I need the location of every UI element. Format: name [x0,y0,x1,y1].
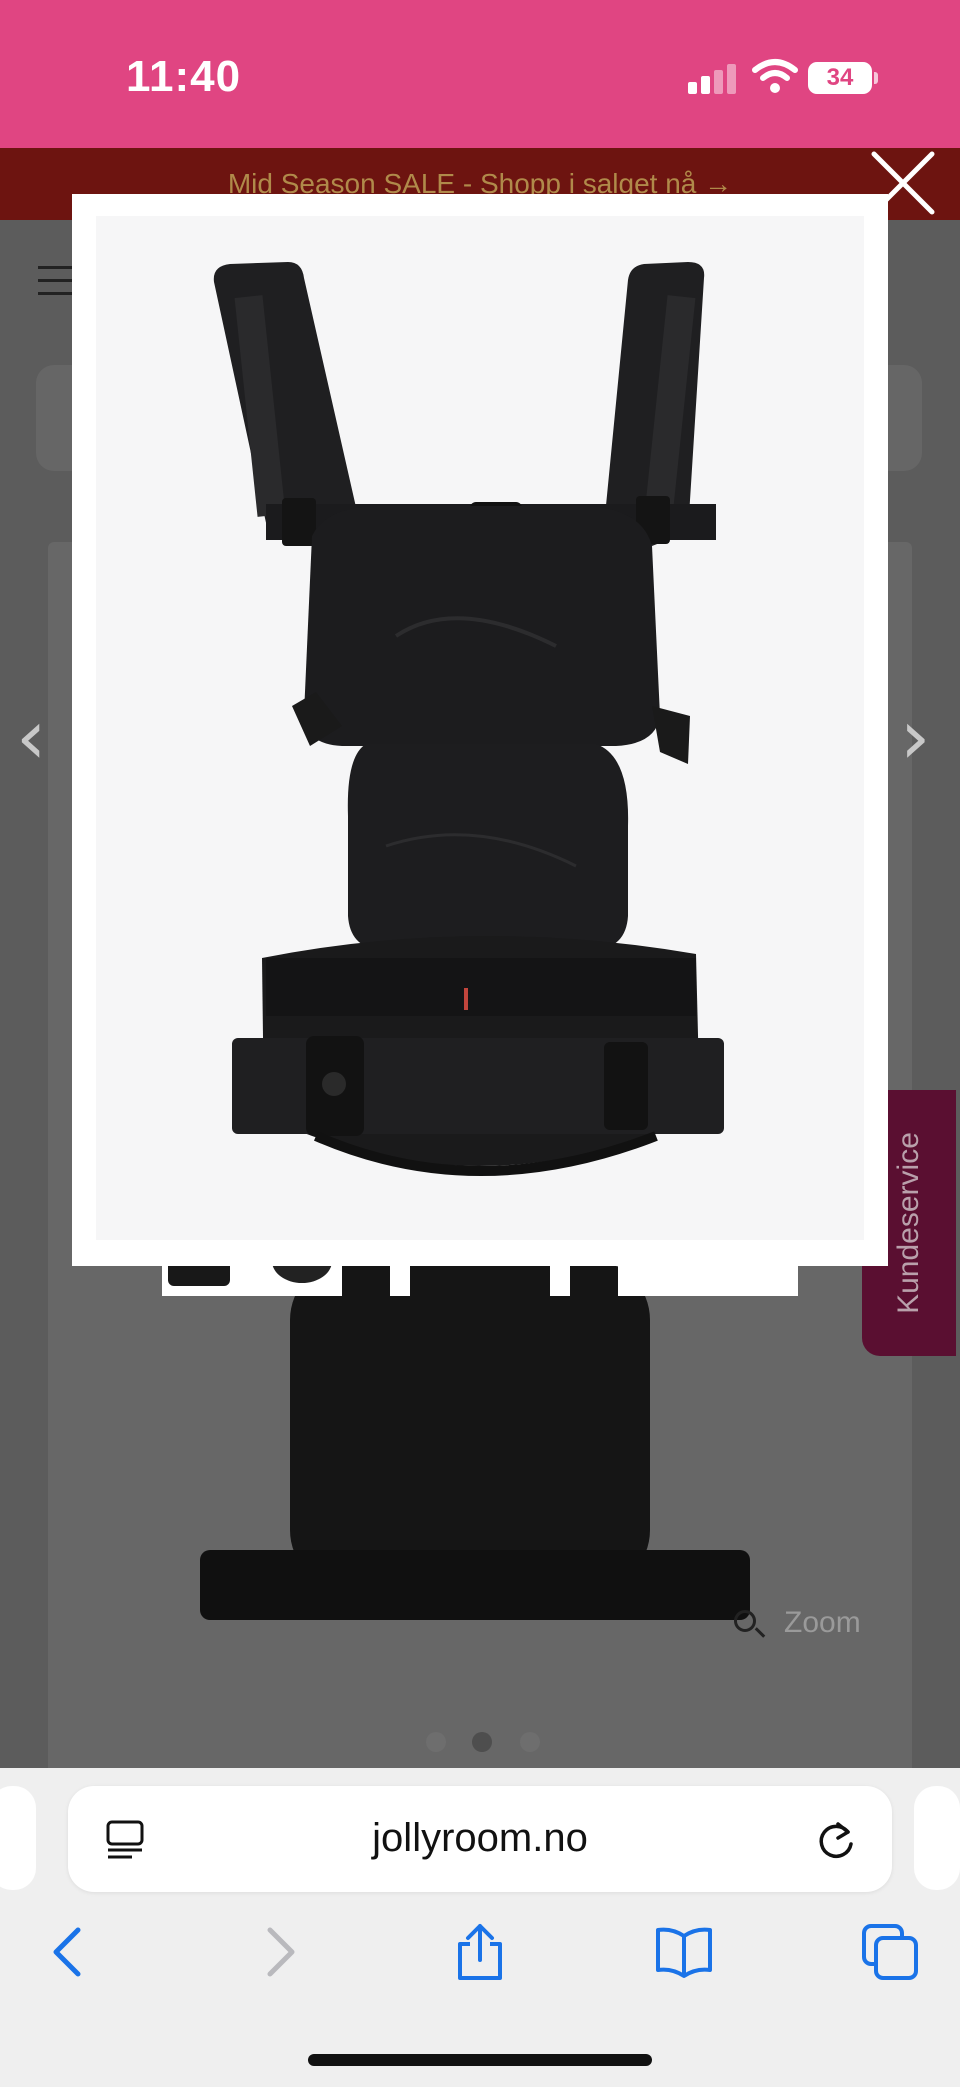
close-lightbox-icon[interactable] [868,148,938,218]
previous-tab-peek[interactable] [0,1786,36,1890]
next-tab-peek[interactable] [914,1786,960,1890]
baby-carrier-image-behind [200,1260,750,1620]
zoom-label: Zoom [784,1606,861,1639]
battery-level: 34 [826,64,854,91]
gallery-dot-active[interactable] [472,1732,492,1752]
tabs-icon[interactable] [860,1922,920,1982]
customer-service-label: Kundeservice [892,1132,925,1314]
image-lightbox [72,194,888,1266]
share-icon[interactable] [450,1922,510,1982]
hamburger-menu-icon[interactable] [38,266,74,296]
gallery-dot[interactable] [426,1732,446,1752]
wifi-icon [752,59,798,93]
forward-chevron-icon[interactable] [248,1922,308,1982]
back-chevron-icon[interactable] [40,1922,100,1982]
reload-icon[interactable] [816,1818,856,1860]
home-indicator [308,2054,652,2066]
magnifier-icon [734,1610,756,1632]
battery-icon: 34 [808,62,878,94]
url-text[interactable]: jollyroom.no [68,1816,892,1861]
status-bar: 11:40 34 [0,0,960,148]
previous-image-chevron-icon[interactable]: ‹ [16,692,46,781]
next-image-chevron-icon[interactable]: › [900,692,930,781]
status-time: 11:40 [126,52,242,101]
cellular-signal-icon [688,64,736,94]
safari-bottom-bar: jollyroom.no [0,1768,960,2087]
bookmarks-icon[interactable] [654,1922,714,1982]
address-bar[interactable]: jollyroom.no [68,1786,892,1892]
lightbox-image [96,216,864,1240]
baby-carrier-image [213,262,724,1176]
gallery-dot[interactable] [520,1732,540,1752]
